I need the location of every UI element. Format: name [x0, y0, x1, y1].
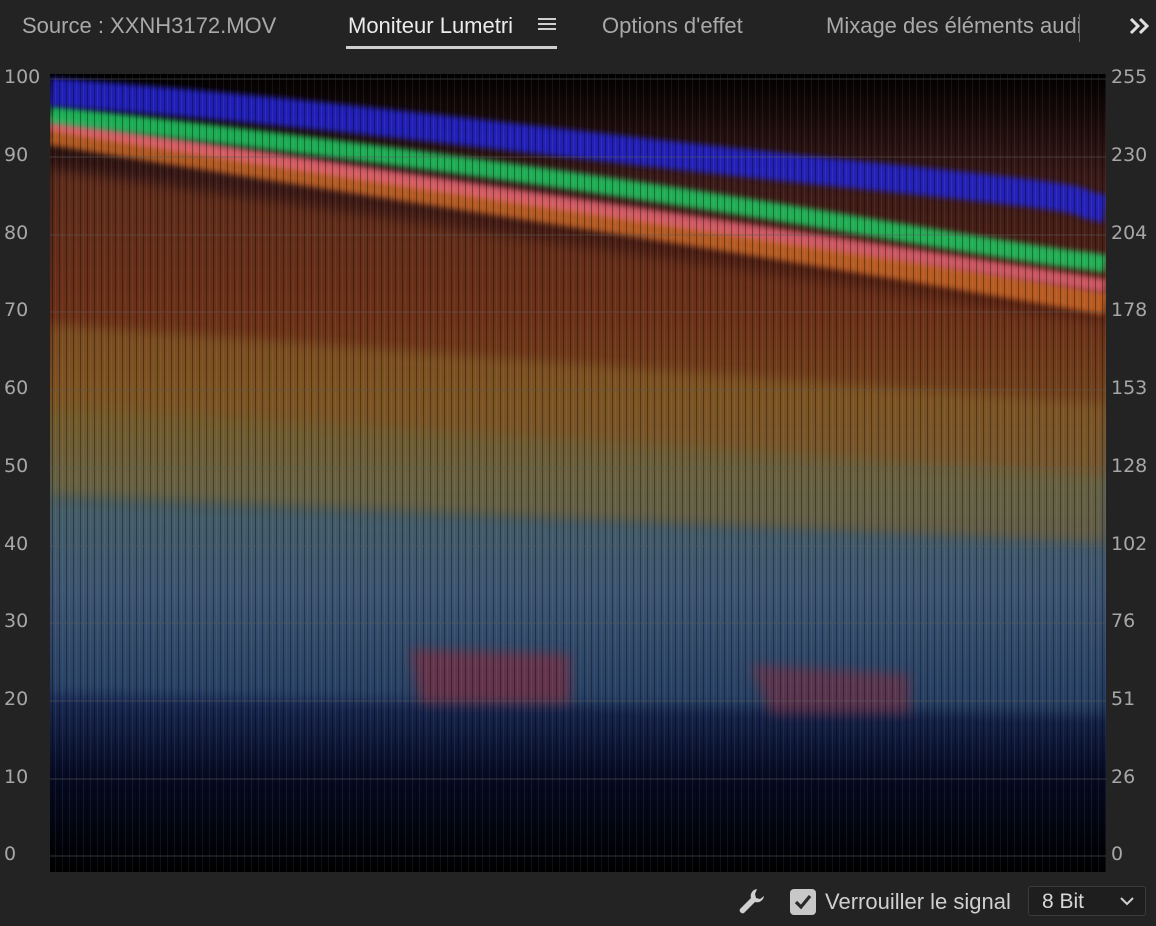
tab-lumetri-monitor[interactable]: Moniteur Lumetri	[348, 13, 513, 39]
left-tick: 30	[4, 610, 29, 632]
left-tick: 100	[4, 66, 41, 88]
left-tick: 40	[4, 533, 29, 555]
active-tab-indicator	[346, 46, 557, 49]
left-tick: 70	[4, 299, 29, 321]
tab-audio-mixer[interactable]: Mixage des éléments audio	[826, 13, 1080, 39]
right-tick: 153	[1111, 377, 1148, 399]
double-chevron-right-icon[interactable]	[1128, 14, 1152, 38]
right-tick: 0	[1111, 843, 1124, 865]
checkmark-icon	[794, 894, 812, 910]
right-tick: 102	[1111, 533, 1148, 555]
right-tick: 255	[1111, 66, 1148, 88]
tab-source[interactable]: Source : XXNH3172.MOV	[22, 13, 276, 39]
left-tick: 10	[4, 766, 29, 788]
8bit-scale-axis: 255 230 204 178 153 128 102 76 51 26 0	[1106, 66, 1156, 876]
right-tick: 204	[1111, 222, 1148, 244]
right-tick: 76	[1111, 610, 1136, 632]
tab-divider	[1079, 14, 1080, 42]
panel-menu-icon[interactable]	[538, 15, 556, 33]
tab-effect-options[interactable]: Options d'effet	[602, 13, 743, 39]
waveform-texture	[50, 74, 1106, 872]
left-tick: 0	[4, 843, 17, 865]
bit-depth-select[interactable]: 8 Bit	[1028, 886, 1146, 916]
wrench-icon[interactable]	[737, 886, 767, 916]
right-tick: 230	[1111, 144, 1148, 166]
left-tick: 90	[4, 144, 29, 166]
rgb-waveform-scope	[50, 74, 1106, 872]
left-tick: 60	[4, 377, 29, 399]
right-tick: 26	[1111, 766, 1136, 788]
left-tick: 80	[4, 222, 29, 244]
bit-depth-value: 8 Bit	[1042, 890, 1085, 913]
panel-tab-bar: Source : XXNH3172.MOV Moniteur Lumetri O…	[0, 0, 1156, 56]
right-tick: 51	[1111, 688, 1136, 710]
right-tick: 178	[1111, 299, 1148, 321]
right-tick: 128	[1111, 455, 1148, 477]
chevron-down-icon	[1120, 897, 1134, 906]
lock-signal-checkbox[interactable]	[790, 889, 816, 915]
left-tick: 50	[4, 455, 29, 477]
lock-signal-label: Verrouiller le signal	[825, 889, 1011, 914]
left-tick: 20	[4, 688, 29, 710]
ire-scale-axis: 100 90 80 70 60 50 40 30 20 10 0	[0, 66, 50, 876]
